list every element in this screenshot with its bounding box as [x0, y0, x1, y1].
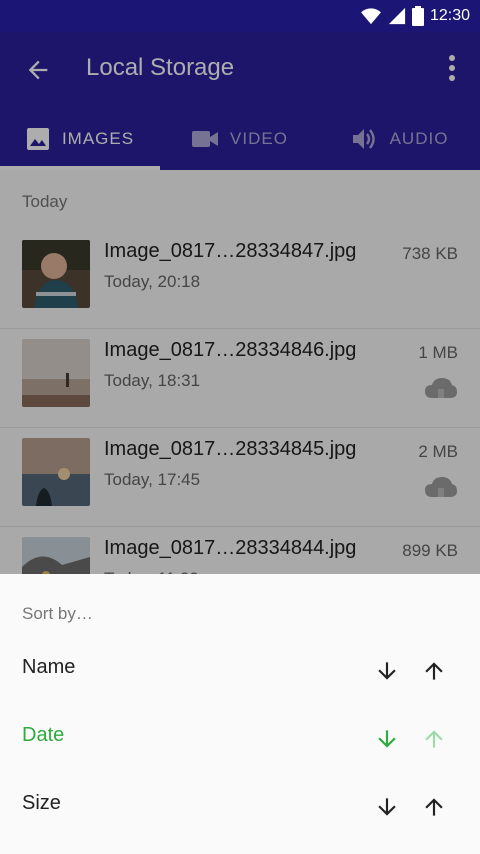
sort-label: Size [22, 792, 61, 814]
sheet-title: Sort by… [22, 604, 93, 623]
arrow-up-icon[interactable] [421, 794, 447, 820]
wifi-icon [361, 8, 381, 25]
sort-option-size[interactable]: Size [0, 778, 480, 838]
status-icons: 12:30 [360, 6, 470, 26]
sort-option-date[interactable]: Date [0, 710, 480, 770]
arrow-up-icon[interactable] [421, 726, 447, 752]
sort-label: Date [22, 724, 65, 746]
sort-option-name[interactable]: Name [0, 642, 480, 702]
arrow-down-icon[interactable] [374, 658, 400, 684]
arrow-down-icon[interactable] [374, 794, 400, 820]
status-time: 12:30 [429, 7, 470, 24]
sort-label: Name [22, 656, 76, 678]
sort-bottom-sheet: Sort by… Name Date Size [0, 574, 480, 854]
arrow-down-icon[interactable] [374, 726, 400, 752]
battery-icon [411, 6, 424, 26]
signal-icon [388, 7, 406, 25]
status-bar: 12:30 [0, 0, 480, 32]
arrow-up-icon[interactable] [421, 658, 447, 684]
